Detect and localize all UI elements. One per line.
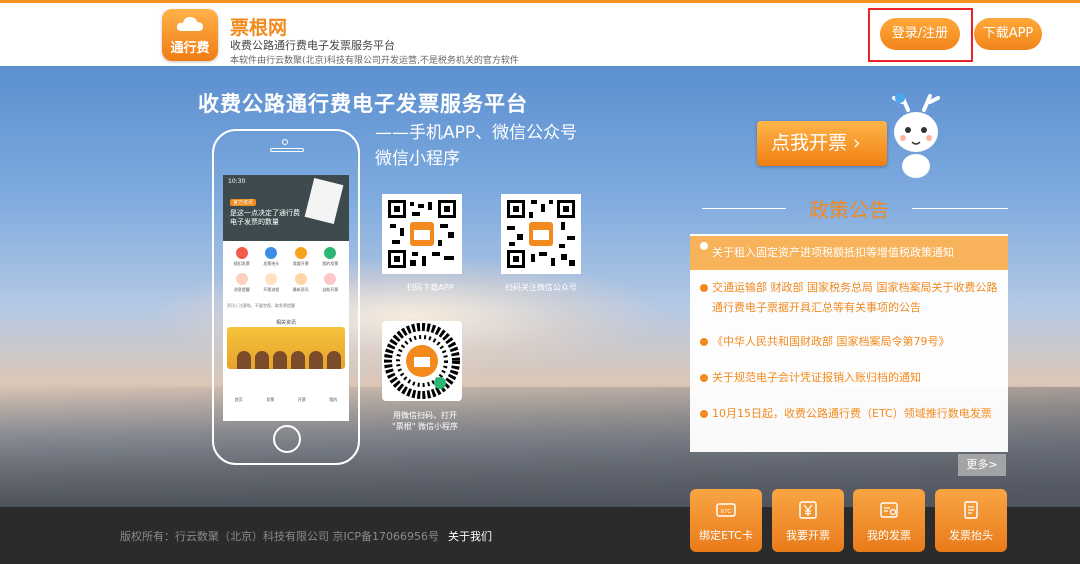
policy-item[interactable]: 《中华人民共和国财政部 国家档案局令第79号》 [690,332,1008,352]
feature-icon [235,273,248,285]
footer-copyright: 版权所有：行云数聚（北京）科技有限公司 京ICP备17066956号 [120,530,440,543]
screen-icon-item: 最新资讯 [286,273,316,293]
yen-icon [799,501,817,519]
logo-text: 通行费 [170,41,210,56]
brand-subtitle: 收费公路通行费电子发票服务平台 [230,39,395,52]
app-qr-caption: 扫码下载APP [406,283,454,292]
policy-list: 关于租入固定资产进项税额抵扣等增值税政策通知 交通运输部 财政部 国家税务总局 … [690,234,1008,452]
phone-speaker [270,148,304,152]
my-invoices-button[interactable]: 我的发票 [853,489,925,552]
screen-icon-item: 开票流程 [257,273,287,293]
quick-action-label: 我的发票 [867,529,911,542]
divider-line [912,208,1008,209]
qr-code-icon [388,200,456,268]
feature-icon [294,247,307,259]
screen-icon-grid: 随扣发票 发票抬头 我要开票 我的发票 消息提醒 开票流程 最新资讯 自助开票 [227,247,345,293]
feature-icon [324,273,337,285]
login-register-button[interactable]: 登录/注册 [880,18,960,50]
screen-tab-bar: 首页 发票 开票 我的 [223,397,349,403]
etc-card-icon: ETC [716,503,736,517]
policy-item[interactable]: 交通运输部 财政部 国家税务总局 国家档案局关于收费公路通行费电子票据开具汇总等… [690,278,1008,318]
feature-icon [294,273,307,285]
phone-home-button [273,425,301,453]
quick-action-label: 绑定ETC卡 [699,529,753,542]
screen-tab: 首页 [234,397,243,402]
feature-icon [265,247,278,259]
screen-icon-item: 消息提醒 [227,273,257,293]
screen-section-title: 相关资讯 [275,320,296,326]
brand-disclaimer: 本软件由行云数聚(北京)科技有限公司开发运营,不是税务机关的官方软件 [230,56,519,66]
screen-icon-item: 发票抬头 [257,247,287,267]
phone-mockup: 10:30 官方资讯 是这一点决定了通行费电子发票的数量 随扣发票 发票抬头 我… [212,129,360,465]
app-qr-code [382,194,462,274]
feature-icon [235,247,248,259]
screen-promo-image [227,327,345,369]
document-icon [964,501,978,519]
brand-name[interactable]: 票根网 [230,13,287,40]
feature-icon [265,273,278,285]
screen-banner: 10:30 官方资讯 是这一点决定了通行费电子发票的数量 [223,175,349,241]
screen-icon-item: 自助开票 [316,273,346,293]
invoice-header-button[interactable]: 发票抬头 [935,489,1007,552]
screen-tag: 官方资讯 [230,199,257,206]
cloud-icon [176,17,203,31]
svg-text:ETC: ETC [721,509,731,515]
wechat-qr-code [501,194,581,274]
policy-item[interactable]: 关于租入固定资产进项税额抵扣等增值税政策通知 [690,236,1008,270]
hero-title: 收费公路通行费电子发票服务平台 [198,92,528,116]
policy-item[interactable]: 10月15日起，收费公路通行费（ETC）领域推行数电发票 [690,404,1008,424]
bind-etc-card-button[interactable]: ETC 绑定ETC卡 [690,489,762,552]
receipt-illustration [304,177,344,225]
about-us-link[interactable]: 关于我们 [448,528,492,544]
feature-icon [324,247,337,259]
download-app-button[interactable]: 下载APP [974,18,1042,50]
issue-invoice-button[interactable]: 我要开票 [772,489,844,552]
phone-camera [282,139,288,145]
screen-ticker: 资讯 | 注意啦，不要忽视，取发票提醒 [227,303,295,308]
issue-invoice-cta-button[interactable]: 点我开票 › [757,121,887,166]
mini-program-qr-caption: 用微信扫码，打开 "票根" 微信小程序 [392,411,458,431]
quick-action-label: 发票抬头 [949,529,993,542]
hero-subtitle-line2: 微信小程序 [375,149,460,169]
deer-mascot-icon [892,93,940,178]
screen-tab: 发票 [266,397,275,402]
mini-program-qr-code [382,321,462,401]
more-link[interactable]: 更多> [958,454,1006,476]
mini-program-code-icon [384,323,460,399]
policy-item[interactable]: 关于规范电子会计凭证报销入账归档的通知 [690,368,1008,388]
site-logo[interactable]: 通行费 [162,9,218,61]
qr-code-icon [507,200,575,268]
screen-tab: 我的 [329,397,338,402]
wechat-qr-caption: 扫码关注微信公众号 [505,283,577,292]
screen-tab: 开票 [297,397,306,402]
screen-headline: 是这一点决定了通行费电子发票的数量 [230,209,300,226]
screen-icon-item: 随扣发票 [227,247,257,267]
invoice-icon [880,502,898,518]
top-header: 通行费 票根网 收费公路通行费电子发票服务平台 本软件由行云数聚(北京)科技有限… [0,0,1080,66]
screen-icon-item: 我要开票 [286,247,316,267]
hero-subtitle-line1: ——手机APP、微信公众号 [375,123,578,143]
quick-action-label: 我要开票 [786,529,830,542]
phone-screen: 10:30 官方资讯 是这一点决定了通行费电子发票的数量 随扣发票 发票抬头 我… [223,175,349,421]
screen-time: 10:30 [228,178,246,185]
hero-banner: 收费公路通行费电子发票服务平台 ——手机APP、微信公众号 微信小程序 10:3… [0,66,1080,507]
screen-icon-item: 我的发票 [316,247,346,267]
